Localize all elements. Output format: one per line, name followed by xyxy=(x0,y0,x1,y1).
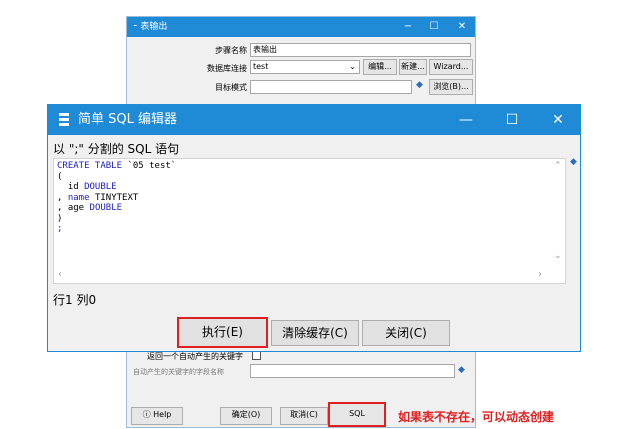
code-keyword: CREATE TABLE xyxy=(57,161,123,171)
sql-editor-title: 简单 SQL 编辑器 xyxy=(78,112,177,127)
table-output-title: 表输出 xyxy=(140,22,168,32)
code-text: age xyxy=(67,203,90,213)
ok-button[interactable]: 确定(O) xyxy=(220,407,272,425)
close-button[interactable]: ✕ xyxy=(536,105,580,135)
sql-code[interactable]: CREATE TABLE `05 test` ( id DOUBLE , nam… xyxy=(57,161,176,235)
code-keyword: name xyxy=(67,192,90,203)
code-text: , xyxy=(57,192,68,203)
code-text: , xyxy=(57,203,68,213)
code-text: ( xyxy=(57,171,63,182)
annotation-note: 如果表不存在，可以动态创建 xyxy=(398,410,555,424)
key-field-input[interactable] xyxy=(250,364,455,378)
horizontal-scrollbar[interactable]: ‹ › xyxy=(54,269,551,283)
close-dialog-button[interactable]: 关闭(C) xyxy=(362,320,450,346)
cancel-button[interactable]: 取消(C) xyxy=(280,407,328,425)
key-field-label: 自动产生的关键字的字段名称 xyxy=(133,368,224,376)
code-text: `05 test` xyxy=(122,161,177,171)
code-keyword: ; xyxy=(57,224,63,234)
sql-text-area[interactable]: CREATE TABLE `05 test` ( id DOUBLE , nam… xyxy=(53,158,566,284)
target-schema-label: 目标模式 xyxy=(215,83,247,92)
scroll-up-icon[interactable]: ⌃ xyxy=(554,161,562,171)
chevron-down-icon: ⌄ xyxy=(349,62,356,71)
execute-button[interactable]: 执行(E) xyxy=(177,317,268,348)
database-icon xyxy=(59,113,69,126)
scroll-right-icon[interactable]: › xyxy=(538,269,542,280)
sql-button[interactable]: SQL xyxy=(328,402,386,427)
variable-diamond-icon: ◆ xyxy=(416,80,423,90)
help-icon: ⓘ xyxy=(142,410,151,419)
close-button[interactable]: ✕ xyxy=(449,17,475,37)
scroll-down-icon[interactable]: ⌄ xyxy=(554,251,562,261)
return-key-label: 返回一个自动产生的关键字 xyxy=(147,352,243,361)
vertical-scrollbar[interactable]: ⌃ ⌄ xyxy=(551,159,565,269)
minimize-button[interactable]: — xyxy=(444,105,488,135)
sql-heading: 以 ";" 分割的 SQL 语句 xyxy=(53,142,180,156)
variable-diamond-icon: ◆ xyxy=(570,157,577,167)
code-text: id xyxy=(57,182,85,192)
db-connection-value: test xyxy=(253,62,269,71)
wizard-button[interactable]: Wizard... xyxy=(429,59,473,75)
code-keyword: DOUBLE xyxy=(89,203,123,213)
code-text: TINYTEXT xyxy=(89,192,139,203)
target-schema-input[interactable] xyxy=(250,80,412,94)
minimize-button[interactable]: − xyxy=(395,17,421,37)
return-key-checkbox[interactable] xyxy=(252,351,261,360)
clear-cache-button[interactable]: 清除缓存(C) xyxy=(271,320,359,346)
sql-editor-dialog: 简单 SQL 编辑器 — ☐ ✕ 以 ";" 分割的 SQL 语句 CREATE… xyxy=(47,104,581,352)
edit-connection-button[interactable]: 编辑... xyxy=(363,59,397,75)
new-connection-button[interactable]: 新建... xyxy=(399,59,427,75)
step-name-label: 步骤名称 xyxy=(215,46,247,55)
cursor-position-status: 行1 列0 xyxy=(53,293,97,307)
scroll-left-icon[interactable]: ‹ xyxy=(58,269,62,280)
browse-button[interactable]: 浏览(B)... xyxy=(429,79,473,95)
variable-diamond-icon: ◆ xyxy=(458,365,465,375)
maximize-button[interactable]: ☐ xyxy=(421,17,447,37)
db-connection-select[interactable]: test ⌄ xyxy=(250,60,360,74)
help-button[interactable]: ⓘ Help xyxy=(131,407,183,425)
maximize-button[interactable]: ☐ xyxy=(490,105,534,135)
code-keyword: DOUBLE xyxy=(84,182,117,192)
db-connection-label: 数据库连接 xyxy=(207,64,247,73)
help-label: Help xyxy=(153,410,172,419)
step-name-input[interactable]: 表输出 xyxy=(250,43,471,57)
code-text: ) xyxy=(57,213,63,224)
